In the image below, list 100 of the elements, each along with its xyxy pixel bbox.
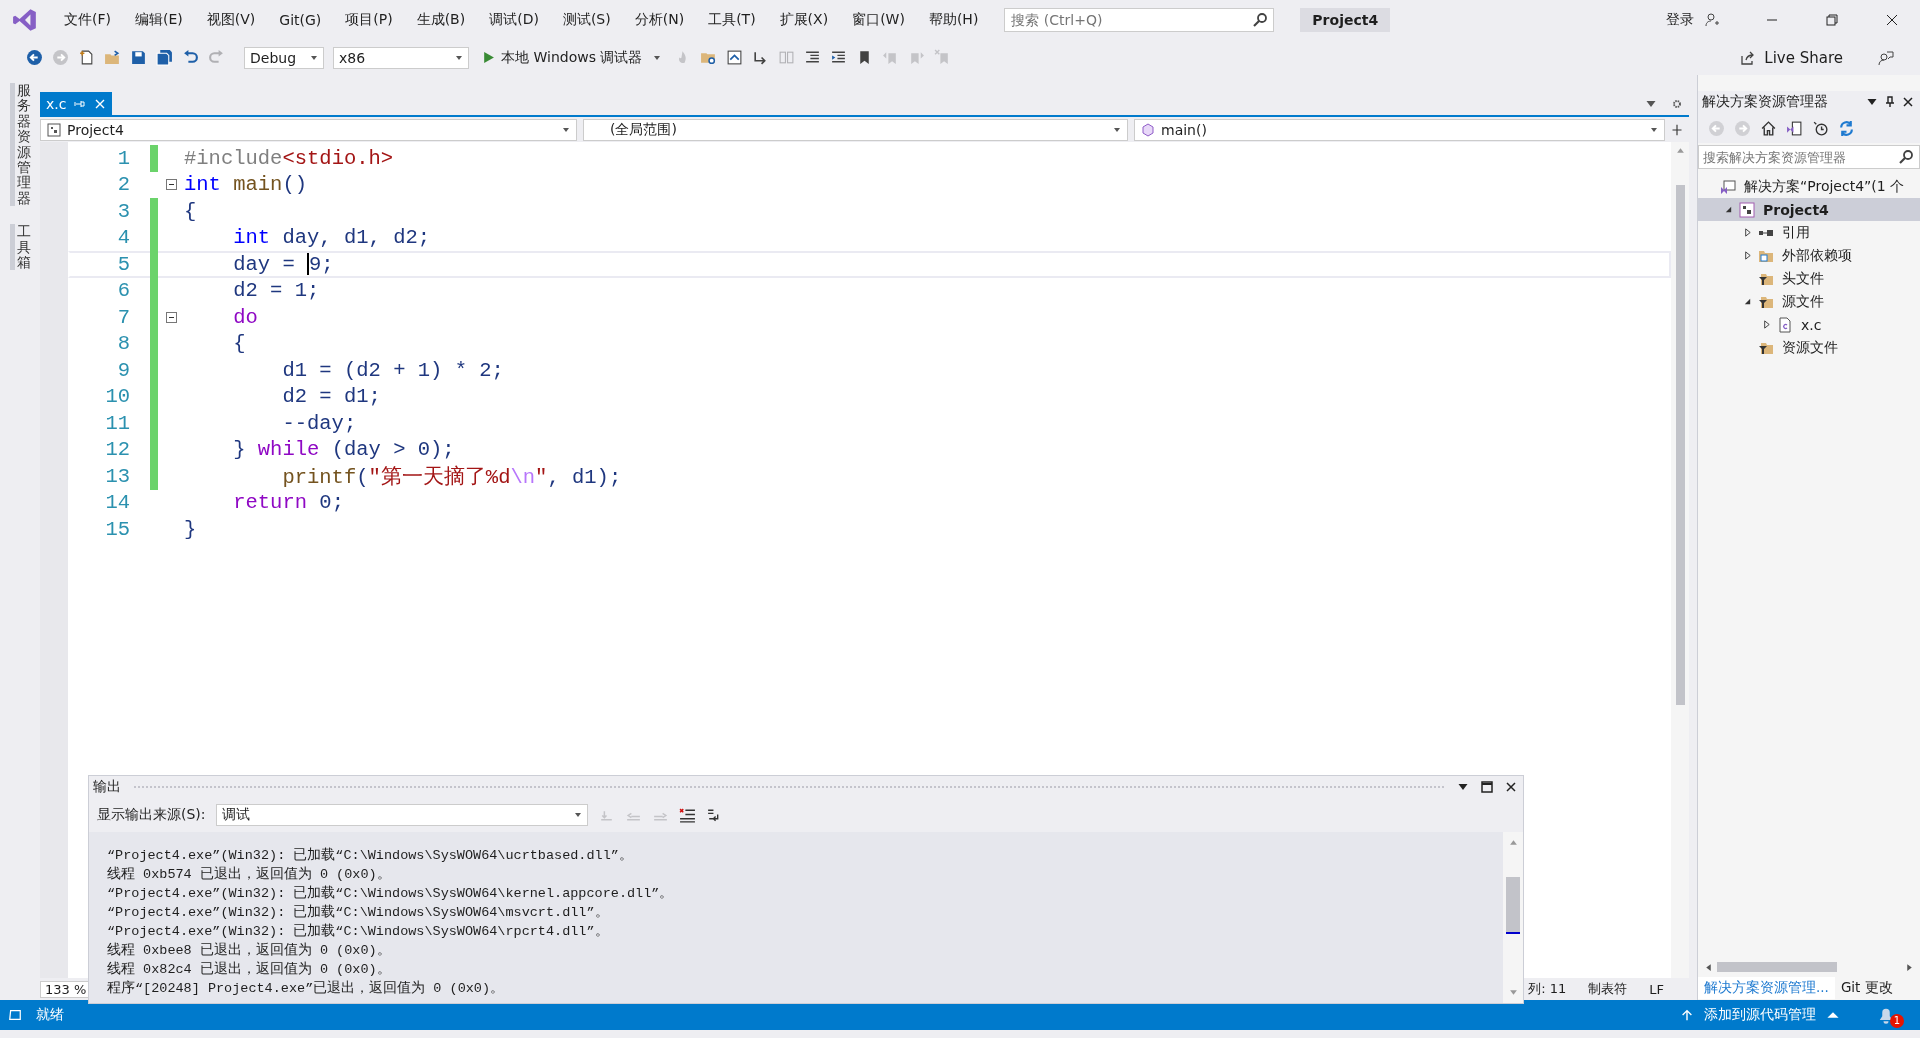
close-icon[interactable]	[1505, 781, 1517, 793]
code-line: {	[184, 199, 197, 223]
history-icon[interactable]	[1812, 119, 1829, 137]
project-icon	[1739, 201, 1755, 218]
project-dropdown[interactable]: Project4	[40, 118, 577, 141]
expanded-arrow-icon[interactable]	[1742, 297, 1752, 306]
collapsed-arrow-icon[interactable]	[1742, 251, 1752, 260]
tree-item[interactable]: 头文件	[1782, 269, 1824, 288]
save-all-icon[interactable]	[156, 49, 173, 66]
scroll-up-icon[interactable]	[1508, 838, 1518, 847]
restore-icon[interactable]	[1824, 12, 1840, 28]
scrollbar-thumb[interactable]	[1506, 877, 1520, 934]
settings-icon[interactable]	[1671, 97, 1683, 110]
code-line: printf("第一天摘了%d\n", d1);	[281, 464, 622, 491]
open-folder-icon[interactable]	[104, 49, 121, 66]
line-number: 9	[116, 358, 130, 382]
panel-tab[interactable]: Git 更改	[1834, 977, 1899, 999]
tree-item[interactable]: 源文件	[1782, 292, 1824, 311]
window-icon	[8, 1008, 22, 1022]
menu-item[interactable]: 生成(B)	[404, 11, 478, 29]
new-item-icon[interactable]	[78, 49, 95, 66]
live-share-button[interactable]: Live Share	[1734, 47, 1849, 68]
save-icon[interactable]	[130, 49, 147, 66]
code-line: int day, d1, d2;	[232, 226, 431, 250]
menu-item[interactable]: 分析(N)	[622, 11, 697, 29]
start-debugging-button[interactable]: 本地 Windows 调试器	[478, 48, 666, 67]
method-icon	[1141, 122, 1155, 137]
code-line: day = 9;	[232, 252, 334, 276]
panel-tab[interactable]: 解决方案资源管理...	[1698, 977, 1835, 999]
menu-item[interactable]: 文件(F)	[52, 11, 123, 29]
add-to-source-control-button[interactable]: 添加到源代码管理	[1674, 1005, 1846, 1025]
sign-in-link[interactable]: 登录	[1666, 11, 1694, 29]
menu-item[interactable]: Git(G)	[267, 12, 334, 28]
expanded-arrow-icon[interactable]	[1723, 205, 1733, 214]
menu-item[interactable]: 扩展(X)	[767, 11, 841, 29]
split-icon[interactable]	[1671, 123, 1683, 136]
tree-item[interactable]: 引用	[1782, 223, 1810, 242]
line-number: 15	[104, 517, 130, 541]
menu-item[interactable]: 工具(T)	[696, 11, 768, 29]
scrollbar[interactable]	[1503, 832, 1523, 1003]
panel-title: 输出	[93, 778, 121, 796]
output-line: “Project4.exe”(Win32): 已加载“C:\Windows\SysWOW64\rpcrt4.dll”。	[107, 922, 610, 941]
side-tab[interactable]: 服务器资源管理器	[9, 83, 31, 207]
collapsed-arrow-icon[interactable]	[1761, 320, 1771, 329]
maximize-icon[interactable]	[1481, 781, 1493, 793]
menu-item[interactable]: 窗口(W)	[840, 11, 917, 29]
tree-item[interactable]: x.c	[1801, 316, 1822, 333]
sync-icon[interactable]	[1838, 119, 1855, 137]
tree-item[interactable]: 外部依赖项	[1782, 246, 1852, 265]
output-source-dropdown[interactable]: 调试	[215, 804, 588, 826]
menu-item[interactable]: 编辑(E)	[123, 11, 195, 29]
search-field[interactable]: 搜索 (Ctrl+Q)	[1004, 8, 1275, 32]
collapse-icon[interactable]	[165, 311, 177, 323]
caret-icon	[562, 125, 570, 134]
line-number: 10	[104, 385, 130, 409]
panel-title: 解决方案资源管理器	[1702, 93, 1828, 111]
line-number: 12	[104, 438, 130, 462]
collapse-icon[interactable]	[165, 179, 177, 191]
menu-item[interactable]: 测试(S)	[550, 11, 623, 29]
scroll-right-icon[interactable]	[1905, 962, 1914, 972]
scroll-up-icon[interactable]	[1675, 146, 1685, 155]
line-ending[interactable]: LF	[1638, 981, 1675, 997]
indent-mode[interactable]: 制表符	[1577, 980, 1639, 998]
switch-views-icon[interactable]	[1786, 119, 1803, 137]
code-line: do	[232, 305, 258, 329]
menu-item[interactable]: 调试(D)	[477, 11, 551, 29]
configuration-dropdown[interactable]: Debug	[244, 46, 324, 69]
pin-icon[interactable]	[1884, 96, 1896, 108]
menu-item[interactable]: 帮助(H)	[916, 11, 991, 29]
code-line: d2 = d1;	[281, 385, 381, 409]
platform-dropdown[interactable]: x86	[333, 46, 469, 69]
menu-item[interactable]: 视图(V)	[194, 11, 268, 29]
output-line: 线程 0xbee8 已退出，返回值为 0 (0x0)。	[107, 941, 392, 960]
close-icon[interactable]	[1884, 12, 1900, 28]
line-number: 6	[116, 279, 130, 303]
caret-icon	[653, 53, 662, 62]
scroll-down-icon[interactable]	[1508, 988, 1518, 997]
scope-dropdown[interactable]: (全局范围)	[583, 118, 1128, 141]
output-line: 线程 0xb574 已退出，返回值为 0 (0x0)。	[107, 865, 392, 884]
undo-icon[interactable]	[182, 49, 199, 66]
play-icon	[482, 51, 495, 64]
feedback-icon[interactable]	[1878, 49, 1894, 66]
project-icon	[47, 122, 61, 137]
solution-search-field[interactable]: 搜索解决方案资源管理器	[1698, 145, 1920, 169]
add-user-icon[interactable]	[1704, 12, 1720, 28]
line-number: 11	[104, 411, 130, 435]
tree-item[interactable]: 资源文件	[1782, 338, 1838, 357]
clear-all-icon[interactable]	[678, 806, 696, 824]
close-icon[interactable]	[1902, 96, 1914, 108]
side-tab[interactable]: 工具箱	[9, 224, 31, 271]
scrollbar[interactable]	[1671, 142, 1689, 978]
code-line: d2 = 1;	[232, 279, 320, 303]
code-line: } while (day > 0);	[232, 438, 455, 462]
collapsed-arrow-icon[interactable]	[1742, 228, 1752, 237]
home-icon[interactable]	[1760, 119, 1777, 137]
menu-item[interactable]: 项目(P)	[333, 11, 405, 29]
browser-icon[interactable]	[726, 49, 744, 66]
member-dropdown[interactable]: main()	[1134, 118, 1665, 141]
tree-item[interactable]: 解决方案“Project4”(1 个	[1744, 177, 1905, 196]
scroll-left-icon[interactable]	[1704, 962, 1713, 972]
